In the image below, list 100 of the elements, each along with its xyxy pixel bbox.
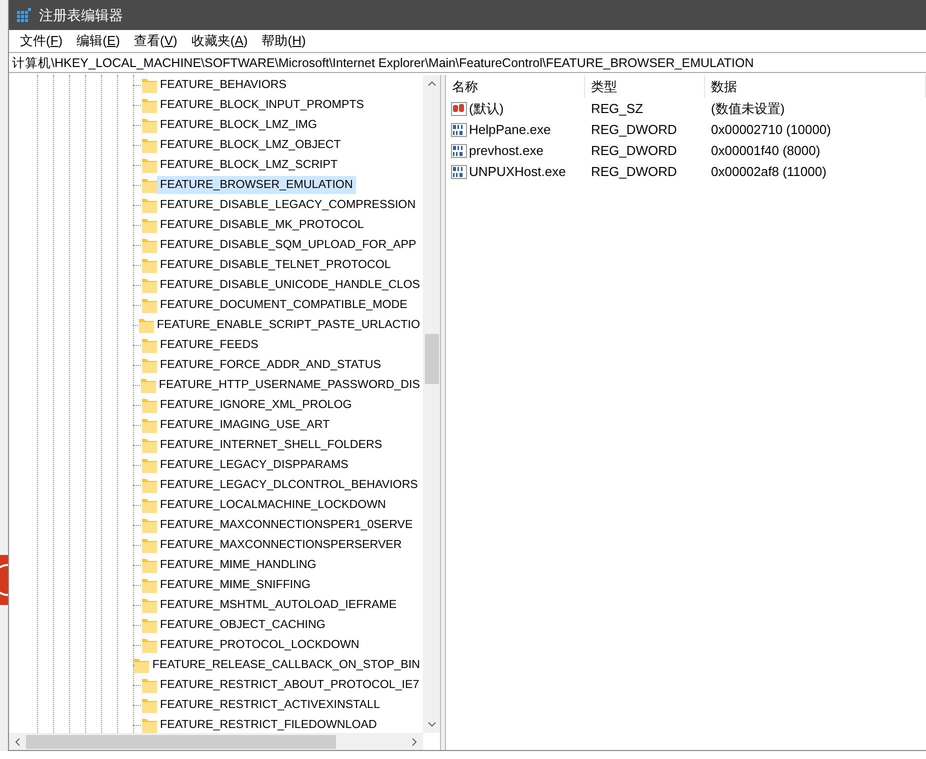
tree-item[interactable]: FEATURE_LEGACY_DISPPARAMS (157, 456, 352, 474)
tree-item[interactable]: FEATURE_FORCE_ADDR_AND_STATUS (157, 356, 384, 374)
menu-item[interactable]: 编辑(E) (70, 30, 127, 52)
scroll-up-icon[interactable] (428, 81, 436, 86)
value-data: (数值未设置) (711, 100, 785, 116)
value-type: REG_DWORD (591, 142, 677, 158)
tree-item[interactable]: FEATURE_IMAGING_USE_ART (157, 416, 333, 434)
column-header[interactable]: 名称 (446, 75, 585, 98)
folder-icon (142, 417, 157, 433)
folder-icon (142, 437, 157, 453)
folder-icon (142, 137, 157, 153)
tree-item[interactable]: FEATURE_BEHAVIORS (157, 76, 290, 94)
app-icon (17, 8, 31, 22)
tree-item[interactable]: FEATURE_MIME_SNIFFING (157, 576, 314, 594)
folder-icon (134, 657, 150, 673)
tree-item[interactable]: FEATURE_IGNORE_XML_PROLOG (157, 396, 355, 414)
tree-item[interactable]: FEATURE_MAXCONNECTIONSPERSERVER (157, 536, 405, 554)
window-title: 注册表编辑器 (39, 6, 123, 24)
value-name[interactable]: UNPUXHost.exe (469, 162, 566, 182)
folder-icon (142, 537, 157, 553)
tree-item[interactable]: FEATURE_DISABLE_SQM_UPLOAD_FOR_APP (157, 236, 420, 254)
binary-value-icon (451, 164, 467, 180)
tree-item[interactable]: FEATURE_BLOCK_LMZ_OBJECT (157, 136, 344, 154)
tree-item[interactable]: FEATURE_RESTRICT_FILEDOWNLOAD (157, 716, 380, 733)
value-data: 0x00002af8 (11000) (711, 164, 826, 179)
value-data: 0x00002710 (10000) (711, 122, 831, 137)
column-header[interactable]: 数据 (705, 75, 926, 98)
tree-item[interactable]: FEATURE_DISABLE_MK_PROTOCOL (157, 216, 367, 234)
folder-icon (142, 77, 157, 93)
tree-item[interactable]: FEATURE_BROWSER_EMULATION (157, 176, 356, 194)
value-data: 0x00001f40 (8000) (711, 142, 820, 158)
folder-icon (142, 177, 157, 193)
folder-icon (142, 497, 157, 513)
tree-item[interactable]: FEATURE_MAXCONNECTIONSPER1_0SERVE (157, 516, 416, 534)
scroll-down-icon[interactable] (428, 722, 436, 727)
tree-item[interactable]: FEATURE_DISABLE_UNICODE_HANDLE_CLOS (156, 276, 423, 294)
tree-item[interactable]: FEATURE_RELEASE_CALLBACK_ON_STOP_BIN (149, 656, 423, 674)
tree-item[interactable]: FEATURE_LOCALMACHINE_LOCKDOWN (157, 496, 389, 514)
folder-icon (142, 457, 157, 473)
folder-icon (142, 117, 157, 133)
tree-item[interactable]: FEATURE_PROTOCOL_LOCKDOWN (157, 636, 362, 654)
scrollbar-thumb[interactable] (26, 734, 336, 748)
tree-item[interactable]: FEATURE_ENABLE_SCRIPT_PASTE_URLACTIO (154, 316, 423, 334)
tree-item[interactable]: FEATURE_DISABLE_TELNET_PROTOCOL (157, 256, 394, 274)
folder-icon (142, 677, 157, 693)
folder-icon (142, 357, 157, 373)
address-path[interactable]: 计算机\HKEY_LOCAL_MACHINE\SOFTWARE\Microsoft\Internet Explorer\Main\FeatureControl\FEATURE_BROWSER_EMULATION (12, 56, 754, 70)
menu-item[interactable]: 帮助(H) (254, 30, 313, 52)
scroll-left-icon[interactable] (15, 738, 20, 746)
folder-icon (142, 517, 157, 533)
folder-icon (142, 477, 157, 493)
folder-icon (138, 317, 154, 333)
folder-icon (142, 337, 157, 353)
value-name[interactable]: HelpPane.exe (469, 120, 551, 140)
folder-icon (142, 597, 157, 613)
value-name[interactable]: (默认) (469, 98, 504, 118)
tree-item[interactable]: FEATURE_BLOCK_LMZ_SCRIPT (157, 156, 341, 174)
string-value-icon (451, 100, 467, 116)
tree-item[interactable]: FEATURE_MIME_HANDLING (157, 556, 320, 574)
scroll-right-icon[interactable] (412, 738, 417, 746)
tree-item[interactable]: FEATURE_DISABLE_LEGACY_COMPRESSION (157, 196, 419, 214)
folder-icon (142, 97, 157, 113)
folder-icon (142, 237, 157, 253)
folder-icon (142, 197, 157, 213)
folder-icon (142, 717, 157, 733)
menu-item[interactable]: 收藏夹(A) (184, 30, 255, 52)
folder-icon (142, 557, 157, 573)
tree-item[interactable]: FEATURE_RESTRICT_ABOUT_PROTOCOL_IE7 (157, 676, 422, 694)
scrollbar-thumb[interactable] (424, 334, 438, 384)
horizontal-scrollbar[interactable] (9, 733, 423, 750)
vertical-scrollbar[interactable] (423, 75, 440, 733)
folder-icon (142, 697, 157, 713)
value-name[interactable]: prevhost.exe (469, 140, 544, 160)
folder-icon (142, 257, 157, 273)
folder-icon (142, 217, 157, 233)
menu-item[interactable]: 文件(F) (13, 30, 70, 52)
folder-icon (142, 637, 157, 653)
binary-value-icon (451, 122, 467, 138)
folder-icon (142, 277, 157, 293)
tree-item[interactable]: FEATURE_OBJECT_CACHING (157, 616, 328, 634)
tree-item[interactable]: FEATURE_BLOCK_LMZ_IMG (157, 116, 320, 134)
folder-icon (142, 297, 157, 313)
tree-item[interactable]: FEATURE_INTERNET_SHELL_FOLDERS (157, 436, 386, 454)
tree-item[interactable]: FEATURE_DOCUMENT_COMPATIBLE_MODE (157, 296, 410, 314)
value-type: REG_DWORD (591, 122, 677, 137)
tree-item[interactable]: FEATURE_MSHTML_AUTOLOAD_IEFRAME (157, 596, 400, 614)
folder-icon (142, 617, 157, 633)
folder-icon (140, 377, 156, 393)
tree-item[interactable]: FEATURE_RESTRICT_ACTIVEXINSTALL (157, 696, 383, 714)
folder-icon (142, 157, 157, 173)
binary-value-icon (451, 142, 467, 158)
tree-item[interactable]: FEATURE_BLOCK_INPUT_PROMPTS (157, 96, 368, 114)
folder-icon (142, 397, 157, 413)
column-header[interactable]: 类型 (585, 75, 705, 98)
value-type: REG_DWORD (591, 164, 677, 179)
tree-item[interactable]: FEATURE_FEEDS (157, 336, 262, 354)
tree-item[interactable]: FEATURE_LEGACY_DLCONTROL_BEHAVIORS (157, 476, 421, 494)
value-type: REG_SZ (591, 100, 644, 116)
menu-item[interactable]: 查看(V) (127, 30, 184, 52)
tree-item[interactable]: FEATURE_HTTP_USERNAME_PASSWORD_DIS (156, 376, 423, 394)
